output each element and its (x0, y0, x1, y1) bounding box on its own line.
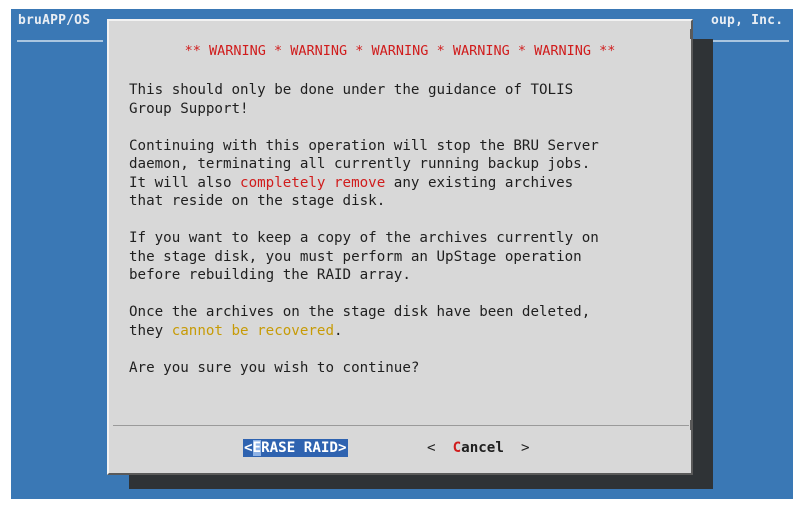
cancel-button[interactable]: < Cancel > (427, 440, 530, 456)
deleted-text-end: . (334, 322, 343, 339)
cancel-hotkey: C (452, 440, 462, 456)
completely-remove-highlight: completely remove (240, 174, 386, 191)
erase-raid-button[interactable]: <ERASE RAID> (243, 439, 348, 457)
erase-open-bracket: < (244, 440, 253, 456)
backtitle-left: bruAPP/OS (18, 13, 91, 28)
divider-tick (690, 420, 692, 430)
cannot-be-recovered-highlight: cannot be recovered (171, 322, 335, 339)
button-divider (113, 425, 689, 426)
message-paragraph-guidance: This should only be done under the guida… (129, 82, 574, 117)
dialog-message: This should only be done under the guida… (129, 81, 685, 396)
warning-dialog: ** WARNING * WARNING * WARNING * WARNING… (107, 19, 693, 475)
cancel-label: ancel (461, 440, 504, 456)
cancel-close-bracket: > (503, 440, 530, 456)
message-paragraph-upstage: If you want to keep a copy of the archiv… (129, 230, 599, 283)
terminal-screen: bruAPP/OS oup, Inc. ** WARNING * WARNING… (11, 9, 793, 499)
cancel-open-bracket: < (427, 440, 453, 456)
warning-header: ** WARNING * WARNING * WARNING * WARNING… (184, 43, 616, 59)
message-paragraph-continuing: Continuing with this operation will stop… (129, 137, 685, 211)
button-row: <ERASE RAID> < Cancel > (109, 439, 691, 503)
confirm-question: Are you sure you wish to continue? (129, 359, 420, 376)
erase-label: RASE RAID> (261, 440, 347, 456)
erase-hotkey: E (252, 440, 262, 456)
dialog-frame-tick (690, 29, 692, 39)
backtitle-right: oup, Inc. (711, 13, 784, 28)
backtitle-rule-right (711, 40, 789, 42)
backtitle-rule-left (17, 40, 103, 42)
message-paragraph-deleted: Once the archives on the stage disk have… (129, 303, 685, 340)
